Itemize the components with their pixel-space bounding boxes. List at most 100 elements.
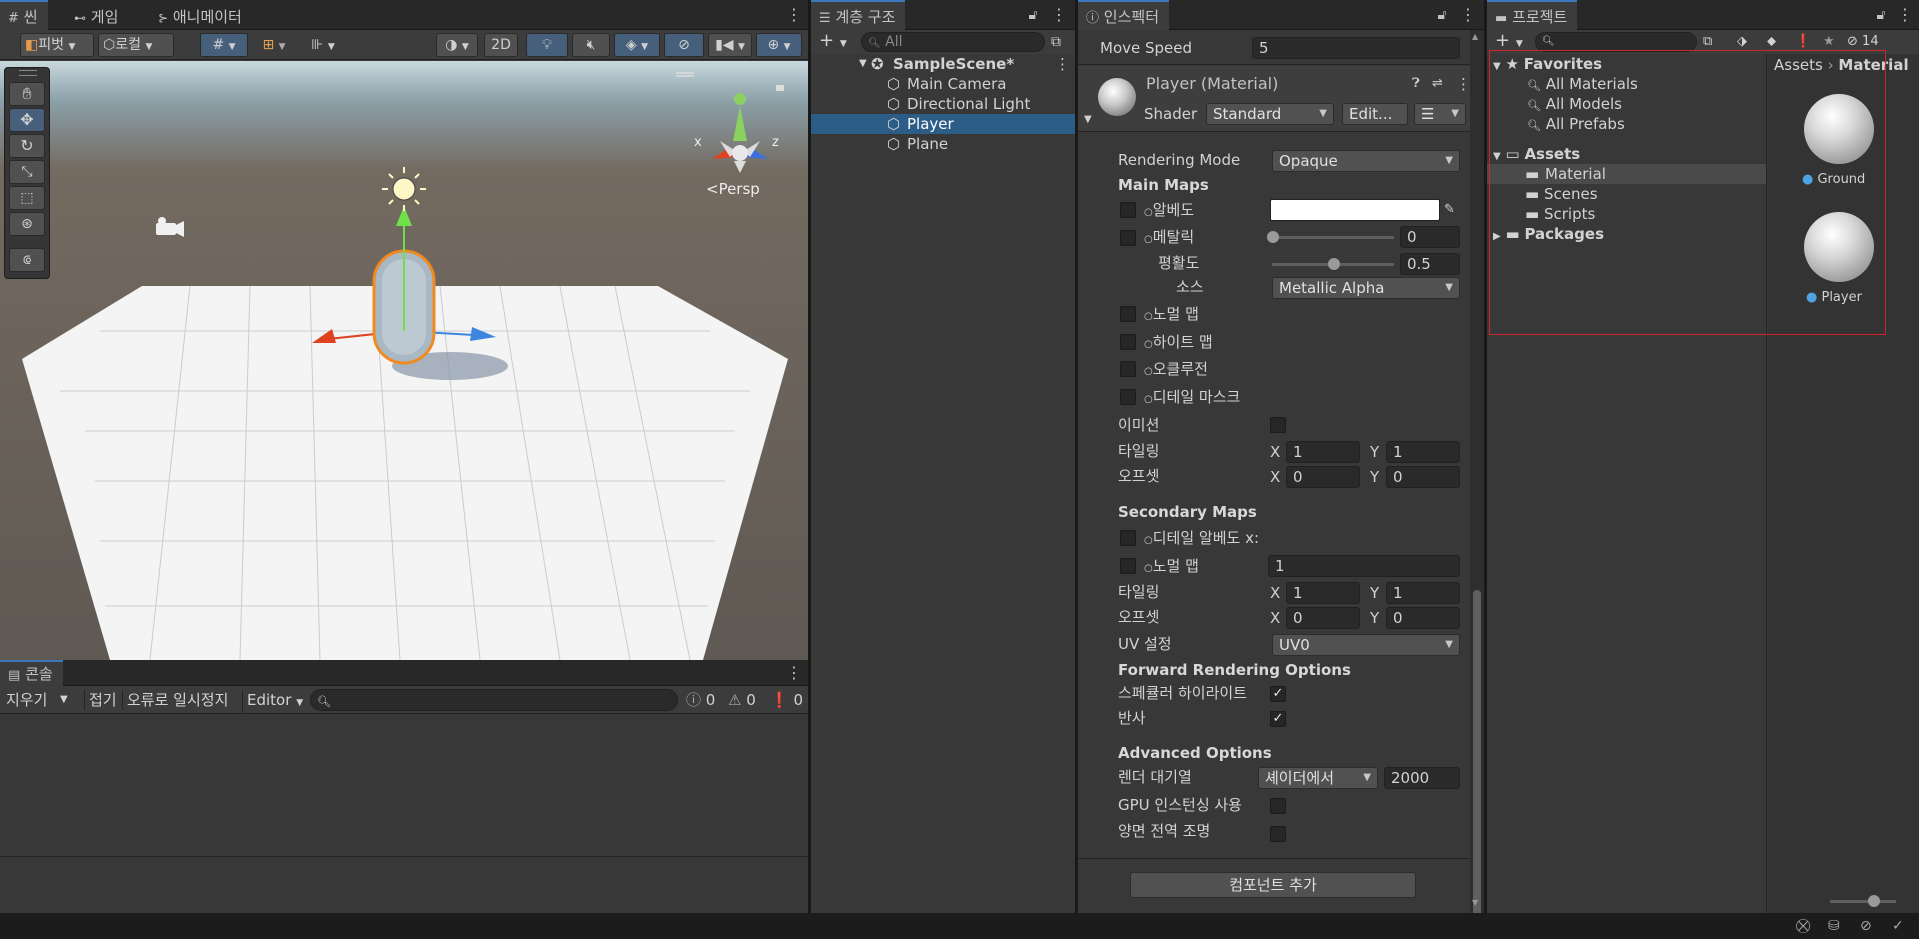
secondary-normal-slot[interactable] xyxy=(1120,558,1136,574)
error-count-toggle[interactable]: ❗ 0 xyxy=(770,690,803,710)
persp-label[interactable]: <Persp xyxy=(706,179,760,199)
sec-tiling-y-field[interactable]: 1 xyxy=(1386,582,1460,604)
tab-inspector[interactable]: ⓘ 인스펙터 xyxy=(1078,0,1169,30)
detail-albedo-slot[interactable] xyxy=(1120,530,1136,546)
transform-tool-icon[interactable]: ⊛ xyxy=(9,212,45,236)
tab-project[interactable]: ▬ 프로젝트 xyxy=(1487,0,1578,30)
sec-offset-y-field[interactable]: 0 xyxy=(1386,607,1460,629)
filter-by-type-icon[interactable]: ⬗ xyxy=(1737,32,1747,52)
warning-count-toggle[interactable]: ⚠ 0 xyxy=(728,690,756,710)
metallic-slider[interactable] xyxy=(1267,231,1394,243)
project-search-input[interactable]: 🔍︎ xyxy=(1535,32,1697,52)
main-tiling-y-field[interactable]: 1 xyxy=(1386,441,1460,463)
eyedropper-icon[interactable]: ✎ xyxy=(1444,200,1455,220)
albedo-texture-slot[interactable] xyxy=(1120,202,1136,218)
render-queue-field[interactable]: 2000 xyxy=(1384,767,1460,789)
console-search-input[interactable]: 🔍︎ xyxy=(310,689,678,711)
hierarchy-item-player[interactable]: ⬡ Player xyxy=(811,114,1075,134)
metallic-value-field[interactable]: 0 xyxy=(1400,226,1460,248)
shader-list-button[interactable]: ☰ ▼ xyxy=(1414,103,1466,125)
error-pause-button[interactable]: 오류로 일시정지 xyxy=(122,690,228,710)
hierarchy-add-button[interactable]: + ▼ xyxy=(819,31,847,54)
sun-light-icon[interactable] xyxy=(382,167,426,211)
tab-animator[interactable]: ⊱ 애니메이터 xyxy=(150,0,252,30)
tab-console[interactable]: ▤ 콘솔 xyxy=(0,660,63,686)
metallic-slider-thumb[interactable] xyxy=(1267,231,1279,243)
hierarchy-item-directional-light[interactable]: ⬡ Directional Light xyxy=(811,94,1075,114)
scene-root[interactable]: ▼ ✪ SampleScene* ⋮ xyxy=(811,54,1075,74)
rendering-mode-dropdown[interactable]: Opaque ▼ xyxy=(1272,150,1460,172)
material-preset-icon[interactable]: ⇌ xyxy=(1432,74,1443,94)
scale-tool-icon[interactable]: ⤡ xyxy=(9,160,45,184)
sec-offset-x-field[interactable]: 0 xyxy=(1286,607,1360,629)
filter-by-label-icon[interactable]: ⬥ xyxy=(1767,32,1776,52)
progress-check-icon[interactable]: ✓ xyxy=(1892,916,1904,936)
smoothness-value-field[interactable]: 0.5 xyxy=(1400,253,1460,275)
material-menu-icon[interactable]: ⋮ xyxy=(1456,74,1471,94)
height-map-slot[interactable] xyxy=(1120,334,1136,350)
hierarchy-item-main-camera[interactable]: ⬡ Main Camera xyxy=(811,74,1075,94)
gizmos-button[interactable]: ⊕ ▼ xyxy=(756,33,802,57)
project-menu-icon[interactable]: ⋮ xyxy=(1897,0,1913,30)
render-queue-dropdown[interactable]: 셰이더에서 ▼ xyxy=(1258,767,1378,789)
rect-tool-icon[interactable]: ⬚ xyxy=(9,186,45,210)
hierarchy-menu-icon[interactable]: ⋮ xyxy=(1051,0,1067,30)
clear-options-dropdown[interactable]: ▼ xyxy=(60,690,68,710)
effects-toggle[interactable]: ◈ ▼ xyxy=(614,33,660,57)
smoothness-slider-thumb[interactable] xyxy=(1328,258,1340,270)
cache-server-icon[interactable]: ⛁ xyxy=(1828,916,1840,936)
scene-visibility-toggle[interactable]: ⊘ xyxy=(664,33,704,57)
camera-gizmo-icon[interactable] xyxy=(156,217,184,237)
sec-tiling-x-field[interactable]: 1 xyxy=(1286,582,1360,604)
tab-game[interactable]: ⊷ 게임 xyxy=(66,0,128,30)
uv-set-dropdown[interactable]: UV0 ▼ xyxy=(1272,634,1460,656)
console-menu-icon[interactable]: ⋮ xyxy=(786,660,802,686)
hidden-packages-toggle[interactable]: ⊘ 14 xyxy=(1847,32,1879,52)
material-foldout-arrow[interactable]: ▼ xyxy=(1084,110,1092,130)
hierarchy-lock-icon[interactable]: 🔓︎ xyxy=(1027,0,1039,30)
tab-hierarchy[interactable]: ☰ 계층 구조 xyxy=(811,0,906,30)
lighting-toggle[interactable]: 💡︎ xyxy=(526,33,568,57)
log-count-toggle[interactable]: ⓘ 0 xyxy=(686,690,715,710)
specular-highlights-checkbox[interactable]: ✓ xyxy=(1270,686,1286,702)
inspector-menu-icon[interactable]: ⋮ xyxy=(1460,0,1476,30)
audio-toggle[interactable]: 🔇︎ xyxy=(572,33,610,57)
ruler-button[interactable]: ⊪ ▼ xyxy=(300,33,346,57)
inspector-lock-icon[interactable]: 🔓︎ xyxy=(1436,0,1448,30)
secondary-normal-scale-field[interactable]: 1 xyxy=(1268,555,1460,577)
occlusion-slot[interactable] xyxy=(1120,361,1136,377)
search-scope-icon[interactable]: ⧉ xyxy=(1703,32,1712,52)
pivot-dropdown[interactable]: ◧피벗 ▼ xyxy=(20,33,94,57)
console-detail-area[interactable] xyxy=(0,858,808,913)
gpu-instancing-checkbox[interactable] xyxy=(1270,798,1286,814)
move-speed-field[interactable]: 5 xyxy=(1252,37,1460,59)
metallic-texture-slot[interactable] xyxy=(1120,230,1136,246)
favorite-star-icon[interactable]: ★ xyxy=(1823,32,1835,52)
inspector-scrollbar[interactable]: ▲ ▼ xyxy=(1470,30,1484,922)
scene-viewport[interactable]: x z <Persp ✋︎ ✥ ↻ ⤡ ⬚ ⊛ ⟃ xyxy=(0,61,808,660)
emission-checkbox[interactable] xyxy=(1270,417,1286,433)
shader-edit-button[interactable]: Edit... xyxy=(1342,103,1408,125)
smoothness-slider[interactable] xyxy=(1272,258,1394,270)
reflections-checkbox[interactable]: ✓ xyxy=(1270,711,1286,727)
main-offset-y-field[interactable]: 0 xyxy=(1386,466,1460,488)
hierarchy-filter-icon[interactable]: ⧉ xyxy=(1051,32,1061,52)
hierarchy-search-input[interactable]: 🔍︎ All xyxy=(861,32,1045,52)
editor-dropdown[interactable]: Editor ▼ xyxy=(242,690,303,713)
double-sided-gi-checkbox[interactable] xyxy=(1270,826,1286,842)
move-tool-icon[interactable]: ✥ xyxy=(9,108,45,132)
mode-2d-button[interactable]: 2D xyxy=(484,33,518,57)
network-icon[interactable]: ⊘ xyxy=(1860,916,1872,936)
albedo-color-field[interactable] xyxy=(1270,199,1440,221)
shader-dropdown[interactable]: Standard ▼ xyxy=(1206,103,1334,125)
icon-size-slider-thumb[interactable] xyxy=(1868,895,1880,907)
material-help-icon[interactable]: ❓︎ xyxy=(1412,74,1420,94)
detail-mask-slot[interactable] xyxy=(1120,389,1136,405)
console-log-area[interactable] xyxy=(0,715,808,857)
orientation-gizmo[interactable] xyxy=(712,85,784,173)
custom-tool-icon[interactable]: ⟃ xyxy=(9,248,45,272)
hand-tool-icon[interactable]: ✋︎ xyxy=(9,82,45,106)
shading-mode-button[interactable]: ◑ ▼ xyxy=(436,33,478,57)
rotate-tool-icon[interactable]: ↻ xyxy=(9,134,45,158)
filter-log-icon[interactable]: ❗ xyxy=(1795,32,1811,52)
